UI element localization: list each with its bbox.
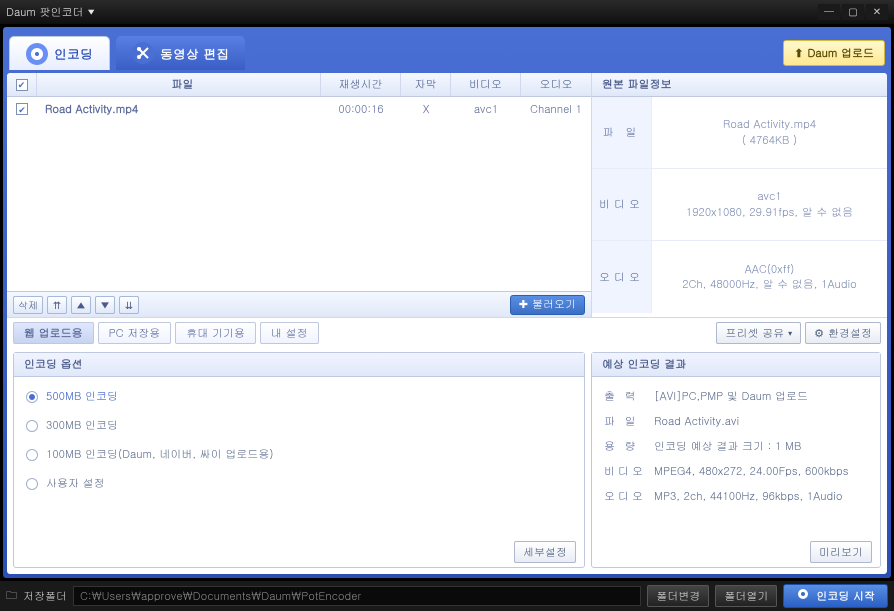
header-audio[interactable]: 오디오	[521, 73, 591, 96]
encoding-result-title: 예상 인코딩 결과	[592, 353, 880, 377]
source-video-value: avc1 1920x1080, 29.91fps, 알 수 없음	[652, 169, 887, 240]
header-video[interactable]: 비디오	[451, 73, 521, 96]
tab-video-edit[interactable]: 동영상 편집	[116, 36, 245, 70]
maximize-button[interactable]: ▢	[842, 4, 864, 20]
source-info-panel: 원본 파일정보 파 일 Road Activity.mp4 ( 4764KB )…	[592, 73, 887, 317]
encoding-options-panel: 인코딩 옵션 500MB 인코딩 300MB 인코딩 100MB 인코딩(	[13, 352, 585, 568]
option-300mb-label: 300MB 인코딩	[46, 418, 118, 433]
load-file-button[interactable]: ✚ 불러오기	[510, 295, 585, 315]
encoding-result-panel: 예상 인코딩 결과 출 력[AVI]PC,PMP 및 Daum 업로드 파 일R…	[591, 352, 881, 568]
file-row[interactable]: ✔ Road Activity.mp4 00:00:16 X avc1 Chan…	[7, 97, 591, 121]
folder-icon: 🗀	[6, 587, 17, 606]
preset-share-label: 프리셋 공유	[725, 326, 784, 341]
tab-video-edit-label: 동영상 편집	[160, 44, 229, 63]
header-subtitle[interactable]: 자막	[401, 73, 451, 96]
result-file-label: 파 일	[604, 414, 654, 429]
start-encoding-label: 인코딩 시작	[816, 589, 875, 604]
option-500mb[interactable]: 500MB 인코딩	[26, 389, 572, 404]
result-video-value: MPEG4, 480x272, 24.00Fps, 600kbps	[654, 464, 868, 479]
source-video-label: 비디오	[592, 169, 652, 240]
header-checkbox[interactable]: ✔	[7, 73, 37, 96]
result-output-value: [AVI]PC,PMP 및 Daum 업로드	[654, 389, 868, 404]
encoding-options-title: 인코딩 옵션	[14, 353, 584, 377]
move-top-button[interactable]: ⇈	[47, 296, 67, 314]
source-file-label: 파 일	[592, 97, 652, 168]
subtab-web-upload[interactable]: 웹 업로드용	[13, 322, 94, 344]
load-file-label: 불러오기	[532, 297, 576, 312]
result-size-value: 인코딩 예상 결과 크기 : 1 MB	[654, 439, 868, 454]
change-folder-button[interactable]: 폴더변경	[647, 585, 709, 607]
tab-encoding[interactable]: 인코딩	[9, 36, 110, 70]
result-audio-label: 오디오	[604, 489, 654, 504]
encoding-icon	[796, 587, 810, 605]
subtab-my-settings[interactable]: 내 설정	[260, 322, 319, 344]
subtab-mobile[interactable]: 휴대 기기용	[175, 322, 256, 344]
option-100mb[interactable]: 100MB 인코딩(Daum, 네이버, 싸이 업로드용)	[26, 447, 572, 462]
gear-icon: ⚙	[814, 326, 824, 341]
detail-settings-button[interactable]: 세부설정	[514, 541, 576, 563]
file-list-header: ✔ 파일 재생시간 자막 비디오 오디오	[7, 73, 591, 97]
subtab-pc-save[interactable]: PC 저장용	[98, 322, 172, 344]
preview-button[interactable]: 미리보기	[810, 541, 872, 563]
row-subtitle: X	[401, 102, 451, 117]
radio-icon	[26, 449, 38, 461]
radio-icon	[26, 391, 38, 403]
source-file-value: Road Activity.mp4 ( 4764KB )	[652, 97, 887, 168]
daum-upload-label: Daum 업로드	[807, 46, 874, 61]
save-folder-label: 저장폴더	[23, 589, 67, 604]
option-500mb-label: 500MB 인코딩	[46, 389, 118, 404]
chevron-down-icon[interactable]: ▼	[88, 7, 95, 18]
scissors-icon	[132, 42, 154, 64]
settings-label: 환경설정	[828, 326, 872, 341]
upload-icon: ⬆	[794, 46, 803, 61]
daum-upload-button[interactable]: ⬆ Daum 업로드	[783, 40, 885, 66]
source-audio-value: AAC(0xff) 2Ch, 48000Hz, 알 수 없음, 1Audio	[652, 241, 887, 313]
move-up-button[interactable]: ▲	[71, 296, 91, 314]
app-title-text: Daum 팟인코더	[6, 5, 84, 20]
row-checkbox[interactable]: ✔	[7, 103, 37, 115]
option-300mb[interactable]: 300MB 인코딩	[26, 418, 572, 433]
row-video: avc1	[451, 102, 521, 117]
start-encoding-button[interactable]: 인코딩 시작	[783, 584, 888, 608]
source-info-title: 원본 파일정보	[592, 73, 887, 97]
move-bottom-button[interactable]: ⇊	[119, 296, 139, 314]
row-audio: Channel 1	[521, 102, 591, 117]
option-custom-label: 사용자 설정	[46, 476, 105, 491]
header-duration[interactable]: 재생시간	[321, 73, 401, 96]
result-file-value: Road Activity.avi	[654, 414, 868, 429]
app-title: Daum 팟인코더 ▼	[6, 5, 95, 20]
tab-encoding-label: 인코딩	[54, 44, 93, 63]
preset-share-button[interactable]: 프리셋 공유 ▾	[716, 322, 801, 344]
encoding-icon	[26, 43, 48, 65]
source-audio-label: 오디오	[592, 241, 652, 313]
result-size-label: 용 량	[604, 439, 654, 454]
header-file[interactable]: 파일	[37, 73, 321, 96]
move-down-button[interactable]: ▼	[95, 296, 115, 314]
titlebar: Daum 팟인코더 ▼ — ▢ ✕	[0, 0, 894, 24]
result-output-label: 출 력	[604, 389, 654, 404]
close-button[interactable]: ✕	[866, 4, 888, 20]
open-folder-button[interactable]: 폴더열기	[715, 585, 777, 607]
file-list: ✔ 파일 재생시간 자막 비디오 오디오 ✔ Road Activity.mp4…	[7, 73, 592, 317]
radio-icon	[26, 478, 38, 490]
result-video-label: 비디오	[604, 464, 654, 479]
option-100mb-label: 100MB 인코딩(Daum, 네이버, 싸이 업로드용)	[46, 447, 273, 462]
row-filename: Road Activity.mp4	[37, 102, 321, 117]
radio-icon	[26, 420, 38, 432]
option-custom[interactable]: 사용자 설정	[26, 476, 572, 491]
result-audio-value: MP3, 2ch, 44100Hz, 96kbps, 1Audio	[654, 489, 868, 504]
minimize-button[interactable]: —	[818, 4, 840, 20]
save-path-field[interactable]: C:\Users\approve\Documents\Daum\PotEncod…	[73, 586, 641, 606]
plus-icon: ✚	[519, 297, 528, 312]
settings-button[interactable]: ⚙ 환경설정	[805, 322, 881, 344]
chevron-down-icon: ▾	[788, 328, 792, 339]
delete-button[interactable]: 삭제	[13, 296, 43, 314]
status-bar: 🗀 저장폴더 C:\Users\approve\Documents\Daum\P…	[0, 581, 894, 611]
row-duration: 00:00:16	[321, 102, 401, 117]
